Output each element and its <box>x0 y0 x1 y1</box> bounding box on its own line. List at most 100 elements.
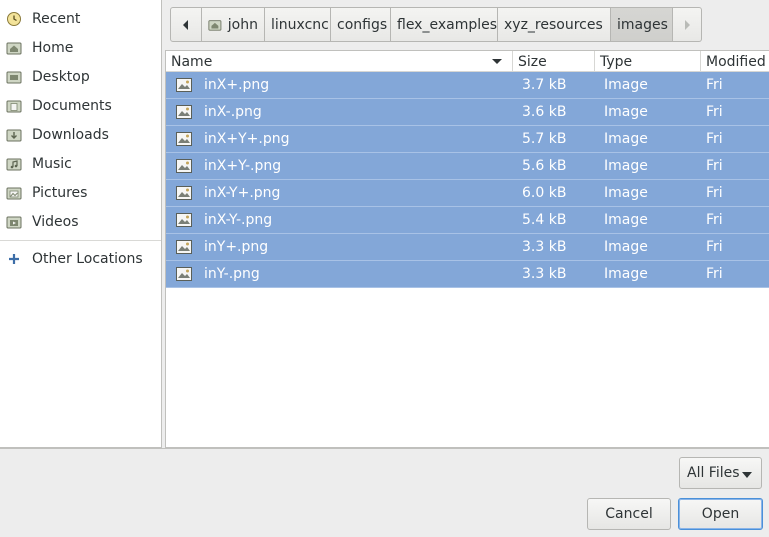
file-modified: Fri <box>706 131 723 147</box>
file-row[interactable]: inX+Y+.png 5.7 kB Image Fri <box>166 126 769 153</box>
file-modified: Fri <box>706 158 723 174</box>
crumb-label: linuxcnc <box>271 16 329 33</box>
sidebar-item-downloads[interactable]: Downloads <box>0 120 161 149</box>
sidebar-item-label: Other Locations <box>32 250 143 267</box>
crumb-label: configs <box>337 16 388 33</box>
sidebar-item-videos[interactable]: Videos <box>0 207 161 236</box>
file-size: 6.0 kB <box>522 185 567 201</box>
crumb-john[interactable]: john <box>202 7 265 42</box>
sidebar-item-desktop[interactable]: Desktop <box>0 62 161 91</box>
sidebar-item-pictures[interactable]: Pictures <box>0 178 161 207</box>
path-scroll-left-button[interactable] <box>170 7 202 42</box>
music-folder-icon <box>6 156 22 172</box>
file-row[interactable]: inX+Y-.png 5.6 kB Image Fri <box>166 153 769 180</box>
bottom-separator <box>0 448 769 449</box>
downloads-folder-icon <box>6 127 22 143</box>
documents-folder-icon <box>6 98 22 114</box>
sidebar-item-home[interactable]: Home <box>0 33 161 62</box>
sidebar-item-music[interactable]: Music <box>0 149 161 178</box>
image-file-icon <box>176 105 192 119</box>
file-size: 3.6 kB <box>522 104 567 120</box>
column-header-label: Type <box>600 53 633 70</box>
file-type: Image <box>604 239 648 255</box>
file-row[interactable]: inX+.png 3.7 kB Image Fri <box>166 72 769 99</box>
file-name-cell: inX+Y+.png <box>166 131 512 147</box>
home-folder-icon <box>208 19 222 31</box>
sidebar-item-label: Pictures <box>32 184 88 201</box>
file-size: 3.7 kB <box>522 77 567 93</box>
recent-icon <box>6 11 22 27</box>
column-headers: Name Size Type Modified <box>166 51 769 72</box>
file-list[interactable]: Name Size Type Modified inX+.png 3.7 kB Im… <box>165 50 769 448</box>
file-name: inX-Y-.png <box>204 212 273 228</box>
file-type: Image <box>604 212 648 228</box>
crumb-flex-examples[interactable]: flex_examples <box>391 7 498 42</box>
file-name: inX+.png <box>204 77 270 93</box>
file-row[interactable]: inY-.png 3.3 kB Image Fri <box>166 261 769 288</box>
file-type: Image <box>604 185 648 201</box>
crumb-configs[interactable]: configs <box>331 7 391 42</box>
file-row[interactable]: inX-Y-.png 5.4 kB Image Fri <box>166 207 769 234</box>
videos-folder-icon <box>6 214 22 230</box>
file-type: Image <box>604 77 648 93</box>
file-modified: Fri <box>706 239 723 255</box>
file-type-filter-label: All Files <box>687 465 740 481</box>
places-sidebar: Recent Home Desktop Documents Downloads … <box>0 0 162 448</box>
file-row[interactable]: inX-.png 3.6 kB Image Fri <box>166 99 769 126</box>
path-scroll-right-button[interactable] <box>673 7 702 42</box>
file-type-filter[interactable]: All Files <box>679 457 762 489</box>
desktop-folder-icon <box>6 69 22 85</box>
image-file-icon <box>176 213 192 227</box>
plus-icon <box>6 251 22 267</box>
file-name-cell: inX+.png <box>166 77 512 93</box>
sidebar-item-label: Videos <box>32 213 79 230</box>
file-modified: Fri <box>706 266 723 282</box>
sort-descending-icon <box>492 59 502 64</box>
open-button-label: Open <box>701 506 740 522</box>
sidebar-item-label: Recent <box>32 10 81 27</box>
sidebar-item-recent[interactable]: Recent <box>0 4 161 33</box>
file-row[interactable]: inX-Y+.png 6.0 kB Image Fri <box>166 180 769 207</box>
home-folder-icon <box>6 40 22 56</box>
sidebar-item-label: Desktop <box>32 68 90 85</box>
crumb-label: flex_examples <box>397 16 498 33</box>
file-name: inX+Y+.png <box>204 131 290 147</box>
file-type: Image <box>604 158 648 174</box>
crumb-label: images <box>617 16 668 33</box>
file-name-cell: inX+Y-.png <box>166 158 512 174</box>
column-header-modified[interactable]: Modified <box>701 51 769 72</box>
crumb-xyz-resources[interactable]: xyz_resources <box>498 7 611 42</box>
crumb-label: john <box>227 16 258 33</box>
open-button[interactable]: Open <box>678 498 763 530</box>
file-row[interactable]: inY+.png 3.3 kB Image Fri <box>166 234 769 261</box>
crumb-linuxcnc[interactable]: linuxcnc <box>265 7 331 42</box>
file-name-cell: inY+.png <box>166 239 512 255</box>
file-modified: Fri <box>706 185 723 201</box>
sidebar-separator <box>0 240 161 241</box>
image-file-icon <box>176 267 192 281</box>
path-bar: john linuxcnc configs flex_examples xyz_… <box>170 7 702 42</box>
file-name: inY-.png <box>204 266 260 282</box>
image-file-icon <box>176 186 192 200</box>
sidebar-item-documents[interactable]: Documents <box>0 91 161 120</box>
file-name-cell: inY-.png <box>166 266 512 282</box>
file-size: 3.3 kB <box>522 239 567 255</box>
sidebar-item-other-locations[interactable]: Other Locations <box>0 244 161 273</box>
file-size: 5.7 kB <box>522 131 567 147</box>
file-modified: Fri <box>706 212 723 228</box>
column-header-type[interactable]: Type <box>595 51 701 72</box>
file-type: Image <box>604 131 648 147</box>
column-header-label: Name <box>171 53 213 70</box>
cancel-button-label: Cancel <box>605 506 653 522</box>
cancel-button[interactable]: Cancel <box>587 498 671 530</box>
sidebar-item-label: Downloads <box>32 126 109 143</box>
column-header-size[interactable]: Size <box>513 51 595 72</box>
crumb-images[interactable]: images <box>611 7 673 42</box>
column-header-name[interactable]: Name <box>166 51 513 72</box>
file-rows: inX+.png 3.7 kB Image Fri inX-.png 3.6 kB Imag… <box>166 72 769 288</box>
sidebar-item-label: Documents <box>32 97 112 114</box>
file-name: inY+.png <box>204 239 269 255</box>
column-header-label: Size <box>518 53 547 70</box>
sidebar-item-label: Music <box>32 155 72 172</box>
column-header-label: Modified <box>706 53 766 70</box>
